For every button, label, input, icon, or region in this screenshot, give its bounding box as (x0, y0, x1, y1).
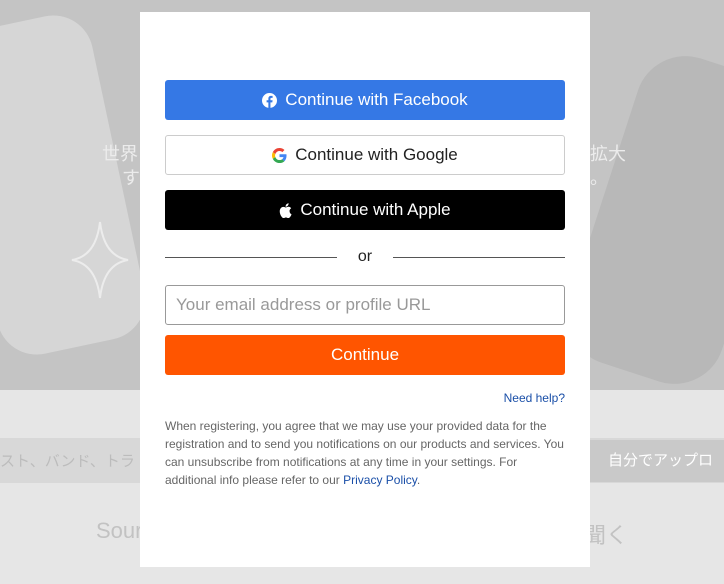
legal-text-end: . (416, 473, 421, 487)
band-text-right: 聞く (584, 523, 629, 548)
band-text-left: Sour (96, 518, 143, 543)
need-help-link[interactable]: Need help? (504, 391, 565, 405)
apple-button-label: Continue with Apple (300, 200, 451, 219)
continue-button[interactable]: Continue (165, 335, 565, 375)
or-divider: or (165, 247, 565, 267)
continue-with-google-button[interactable]: Continue with Google (165, 135, 565, 175)
apple-icon (279, 202, 292, 218)
hero-text-left-line1: 世界 (102, 144, 138, 164)
google-g-icon (272, 147, 287, 163)
facebook-button-label: Continue with Facebook (285, 90, 468, 109)
privacy-policy-link[interactable]: Privacy Policy (343, 473, 417, 487)
google-button-label: Continue with Google (295, 145, 458, 164)
continue-button-label: Continue (330, 345, 400, 364)
legal-notice: When registering, you agree that we may … (165, 417, 565, 489)
continue-with-apple-button[interactable]: Continue with Apple (165, 190, 565, 230)
email-field[interactable] (165, 285, 565, 325)
hero-text-right: 拡大 。 (590, 142, 626, 190)
hero-text-right-line1: 拡大 (590, 144, 626, 164)
continue-with-facebook-button[interactable]: Continue with Facebook (165, 80, 565, 120)
sparkle-icon (71, 221, 129, 299)
facebook-icon (262, 92, 278, 108)
hero-text-left-line2: す (122, 168, 140, 188)
sign-in-modal: Continue with Facebook Continue with Goo… (140, 12, 590, 567)
hero-text-right-line2: 。 (590, 168, 608, 188)
upload-button[interactable]: 自分でアップロ (590, 440, 724, 482)
strip-text: スト、バンド、トラ (0, 453, 135, 470)
hero-text-left: 世界 す (102, 142, 140, 190)
divider-line-right (393, 257, 565, 258)
